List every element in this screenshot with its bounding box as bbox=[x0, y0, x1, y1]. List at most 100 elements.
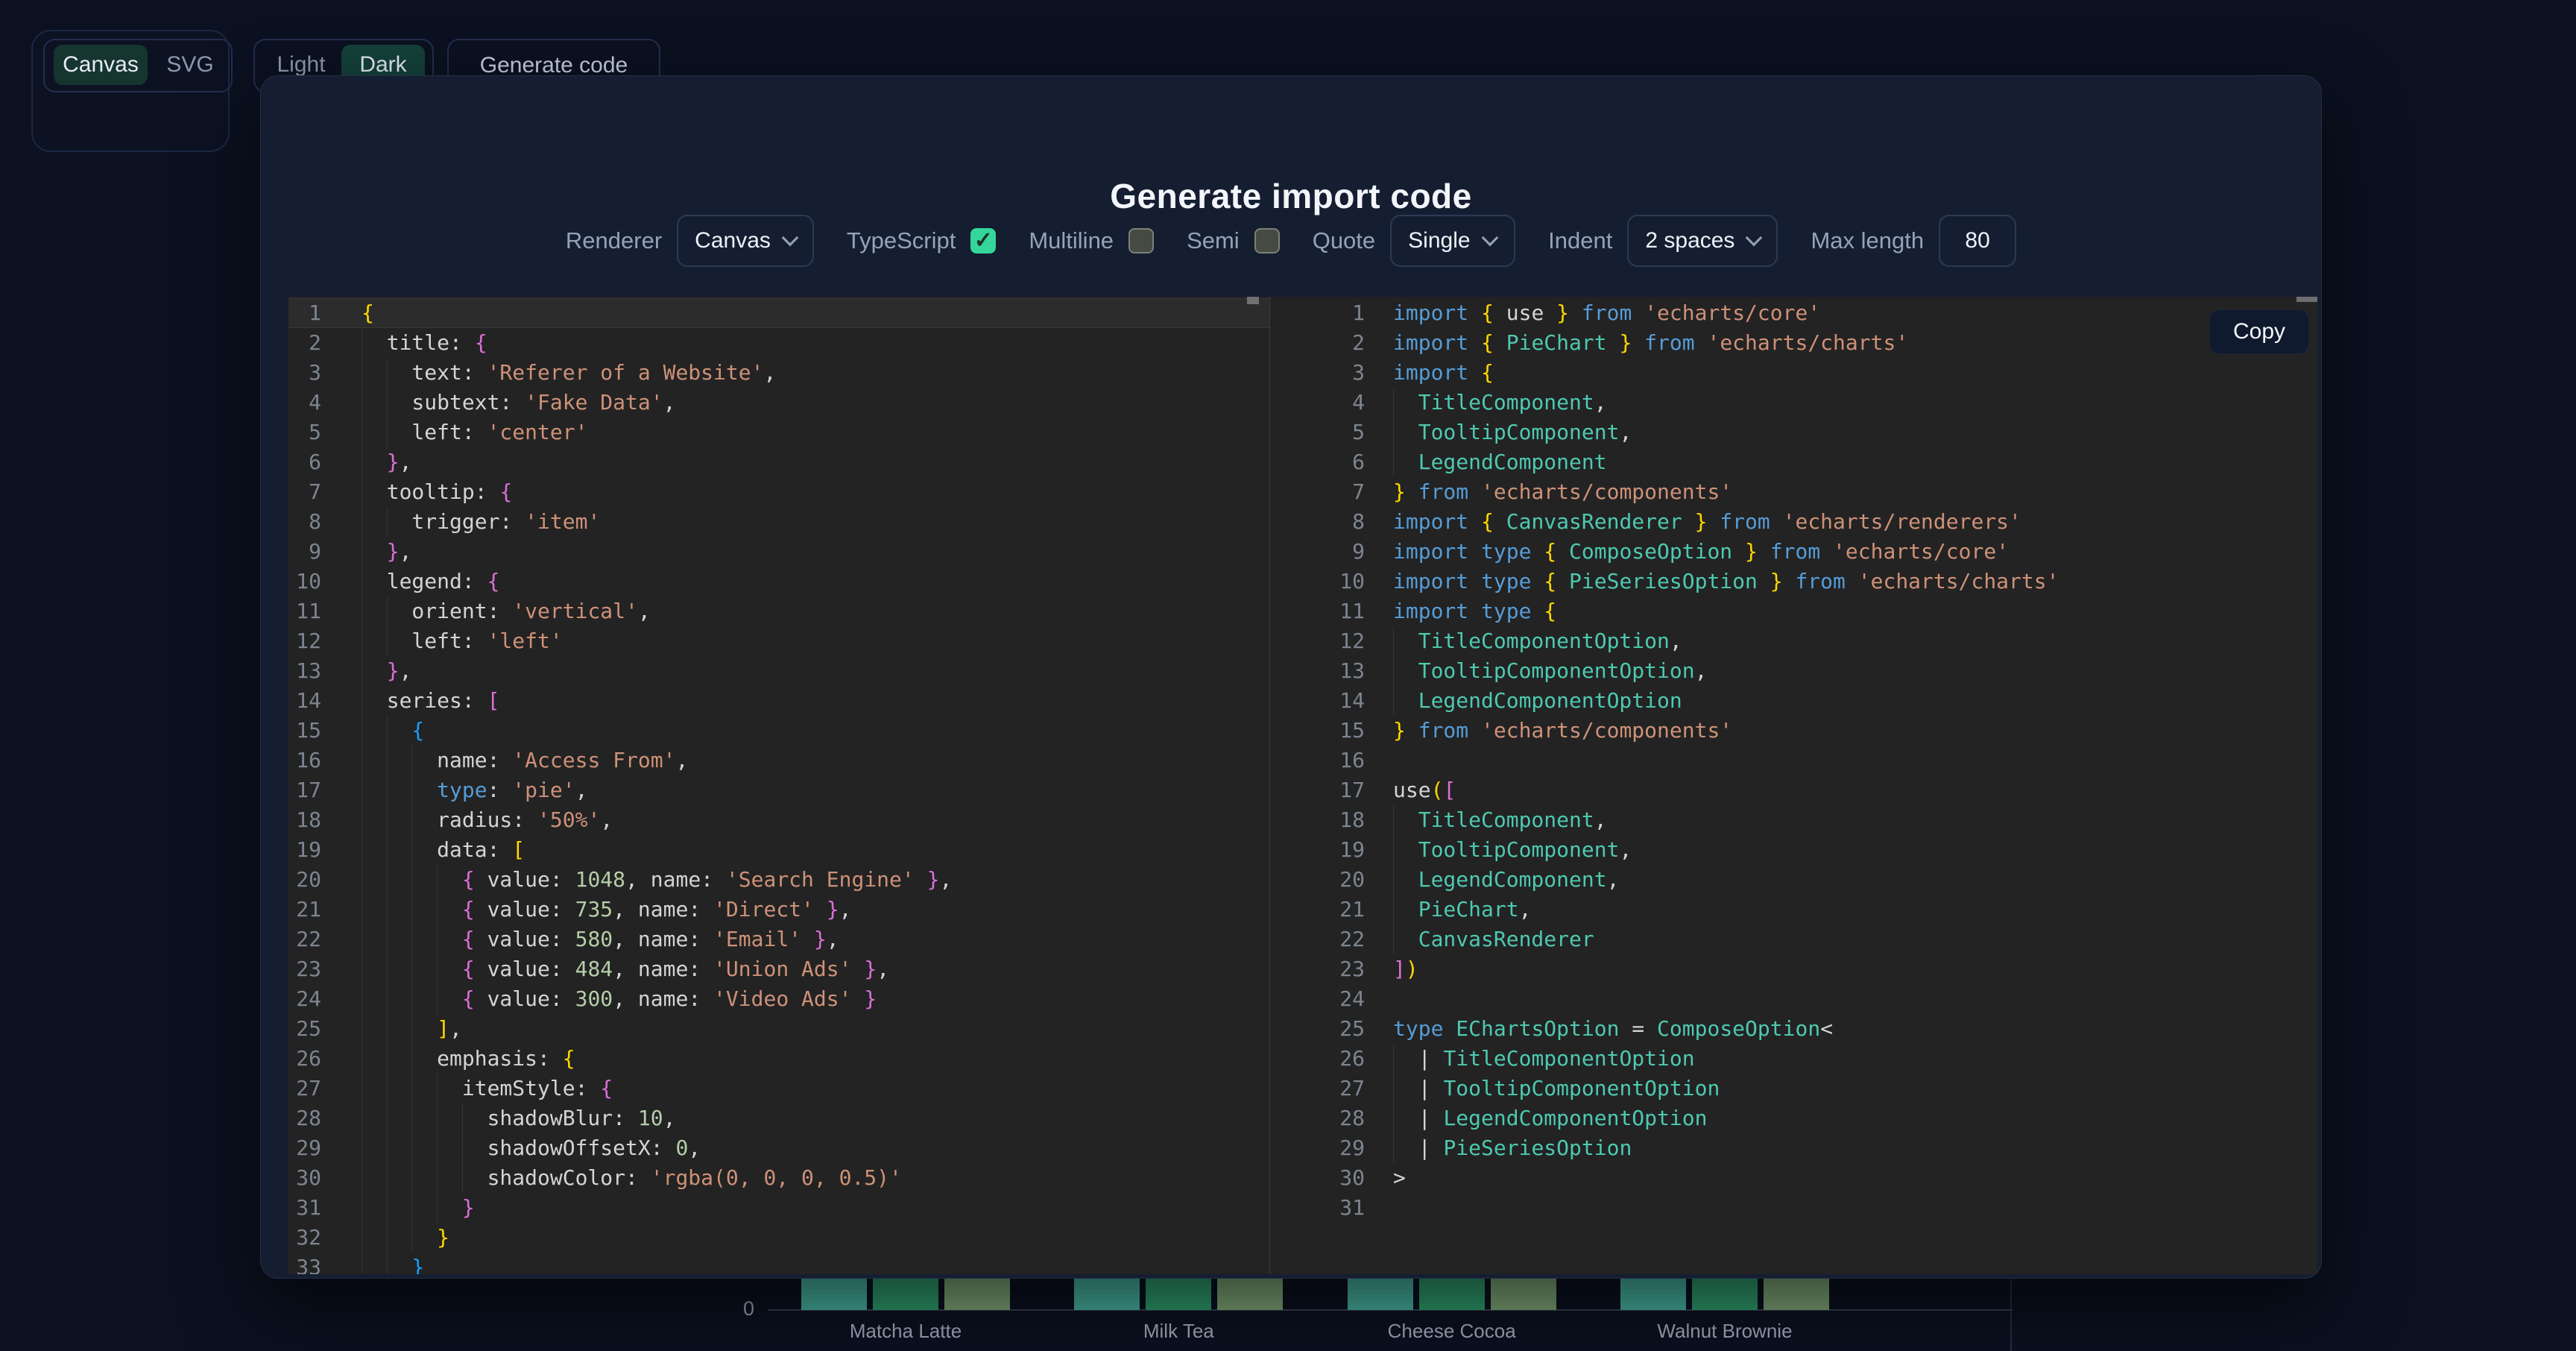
code-line: 15} from 'echarts/components' bbox=[1269, 716, 2317, 746]
code-line: 24 { value: 300, name: 'Video Ads' } bbox=[288, 984, 1269, 1014]
code-line: 14 series: [ bbox=[288, 686, 1269, 716]
line-number: 2 bbox=[288, 328, 321, 358]
left-editor-scroll-marker[interactable] bbox=[1247, 297, 1259, 304]
indent-guide bbox=[1393, 656, 1394, 686]
right-editor-scroll-marker[interactable] bbox=[2296, 297, 2317, 302]
indent-guide bbox=[387, 1253, 388, 1274]
code-line: 9import type { ComposeOption } from 'ech… bbox=[1269, 537, 2317, 567]
renderer-select[interactable]: Canvas bbox=[677, 215, 814, 267]
semi-checkbox[interactable] bbox=[1254, 228, 1280, 253]
indent-guide bbox=[411, 895, 412, 925]
line-number: 10 bbox=[288, 567, 321, 596]
bar bbox=[1491, 1277, 1556, 1310]
bar bbox=[1620, 1277, 1686, 1310]
line-number: 16 bbox=[288, 746, 321, 775]
indent-select[interactable]: 2 spaces bbox=[1627, 215, 1778, 267]
indent-guide bbox=[411, 1133, 412, 1163]
line-number: 3 bbox=[1269, 358, 1365, 388]
typescript-checkbox[interactable]: ✓ bbox=[970, 228, 996, 253]
bar bbox=[944, 1277, 1010, 1310]
line-number: 33 bbox=[288, 1253, 321, 1274]
indent-guide bbox=[1393, 388, 1394, 418]
line-number: 15 bbox=[1269, 716, 1365, 746]
line-number: 22 bbox=[1269, 925, 1365, 954]
code-line: 3import { bbox=[1269, 358, 2317, 388]
echarts-example-page: Canvas SVG Light Dark Generate code 0 Ma… bbox=[0, 0, 2576, 1351]
line-number: 5 bbox=[288, 418, 321, 447]
code-line: 17use([ bbox=[1269, 775, 2317, 805]
line-number: 11 bbox=[288, 596, 321, 626]
bar bbox=[1692, 1277, 1758, 1310]
indent-guide bbox=[437, 1103, 438, 1133]
x-axis-category-label: Milk Tea bbox=[1044, 1320, 1313, 1343]
line-number: 26 bbox=[288, 1044, 321, 1074]
line-number: 25 bbox=[288, 1014, 321, 1044]
indent-guide bbox=[1393, 1133, 1394, 1163]
code-line: 26 | TitleComponentOption bbox=[1269, 1044, 2317, 1074]
code-line: 28 shadowBlur: 10, bbox=[288, 1103, 1269, 1133]
code-line: 15 { bbox=[288, 716, 1269, 746]
indent-guide bbox=[1393, 1103, 1394, 1133]
code-line: 22 CanvasRenderer bbox=[1269, 925, 2317, 954]
multiline-checkbox[interactable] bbox=[1128, 228, 1154, 253]
indent-guide bbox=[411, 954, 412, 984]
renderer-option-canvas[interactable]: Canvas bbox=[54, 45, 148, 85]
line-number: 6 bbox=[1269, 447, 1365, 477]
indent-guide bbox=[387, 507, 388, 537]
code-line: 21 { value: 735, name: 'Direct' }, bbox=[288, 895, 1269, 925]
multiline-label: Multiline bbox=[1029, 227, 1114, 254]
copy-button[interactable]: Copy bbox=[2209, 309, 2309, 354]
option-code-editor[interactable]: 1{2 title: {3 text: 'Referer of a Websit… bbox=[288, 297, 1269, 1274]
renderer-toggle: Canvas SVG bbox=[43, 39, 233, 92]
indent-guide bbox=[437, 925, 438, 954]
indent-guide bbox=[411, 1223, 412, 1253]
multiline-control: Multiline bbox=[1029, 227, 1154, 254]
code-line: 21 PieChart, bbox=[1269, 895, 2317, 925]
indent-guide bbox=[1393, 686, 1394, 716]
indent-guide bbox=[437, 984, 438, 1014]
indent-guide bbox=[462, 1133, 463, 1163]
indent-guide bbox=[387, 895, 388, 925]
code-line: 1{ bbox=[288, 298, 1269, 328]
line-number: 30 bbox=[288, 1163, 321, 1193]
code-line: 29 | PieSeriesOption bbox=[1269, 1133, 2317, 1163]
chevron-down-icon bbox=[1481, 230, 1498, 247]
indent-guide bbox=[411, 746, 412, 775]
indent-guide bbox=[387, 925, 388, 954]
x-axis-category-label: Matcha Latte bbox=[771, 1320, 1040, 1343]
generated-import-code-editor[interactable]: 1import { use } from 'echarts/core'2impo… bbox=[1269, 297, 2317, 1274]
indent-guide bbox=[437, 954, 438, 984]
typescript-label: TypeScript bbox=[847, 227, 956, 254]
code-line: 31 } bbox=[288, 1193, 1269, 1223]
bar bbox=[801, 1277, 867, 1310]
code-panels: 1{2 title: {3 text: 'Referer of a Websit… bbox=[288, 297, 2317, 1274]
indent-guide bbox=[387, 984, 388, 1014]
code-line: 18 TitleComponent, bbox=[1269, 805, 2317, 835]
quote-select[interactable]: Single bbox=[1390, 215, 1515, 267]
indent-guide bbox=[1393, 925, 1394, 954]
line-number: 9 bbox=[288, 537, 321, 567]
code-line: 5 TooltipComponent, bbox=[1269, 418, 2317, 447]
line-number: 21 bbox=[288, 895, 321, 925]
line-number: 29 bbox=[288, 1133, 321, 1163]
max-length-input[interactable]: 80 bbox=[1939, 215, 2016, 267]
renderer-option-svg[interactable]: SVG bbox=[157, 45, 224, 85]
options-row: Renderer Canvas TypeScript ✓ Multiline S… bbox=[261, 215, 2321, 267]
line-number: 24 bbox=[1269, 984, 1365, 1014]
line-number: 22 bbox=[288, 925, 321, 954]
indent-guide bbox=[462, 1163, 463, 1193]
code-line: 7} from 'echarts/components' bbox=[1269, 477, 2317, 507]
code-line: 19 TooltipComponent, bbox=[1269, 835, 2317, 865]
line-number: 26 bbox=[1269, 1044, 1365, 1074]
line-number: 9 bbox=[1269, 537, 1365, 567]
indent-guide bbox=[387, 805, 388, 835]
max-length-control: Max length 80 bbox=[1811, 215, 2016, 267]
code-line: 8 trigger: 'item' bbox=[288, 507, 1269, 537]
typescript-control: TypeScript ✓ bbox=[847, 227, 996, 254]
indent-guide bbox=[387, 1163, 388, 1193]
bar bbox=[873, 1277, 938, 1310]
code-line: 2import { PieChart } from 'echarts/chart… bbox=[1269, 328, 2317, 358]
code-line: 30> bbox=[1269, 1163, 2317, 1193]
indent-guide bbox=[387, 358, 388, 388]
quote-control: Quote Single bbox=[1313, 215, 1515, 267]
